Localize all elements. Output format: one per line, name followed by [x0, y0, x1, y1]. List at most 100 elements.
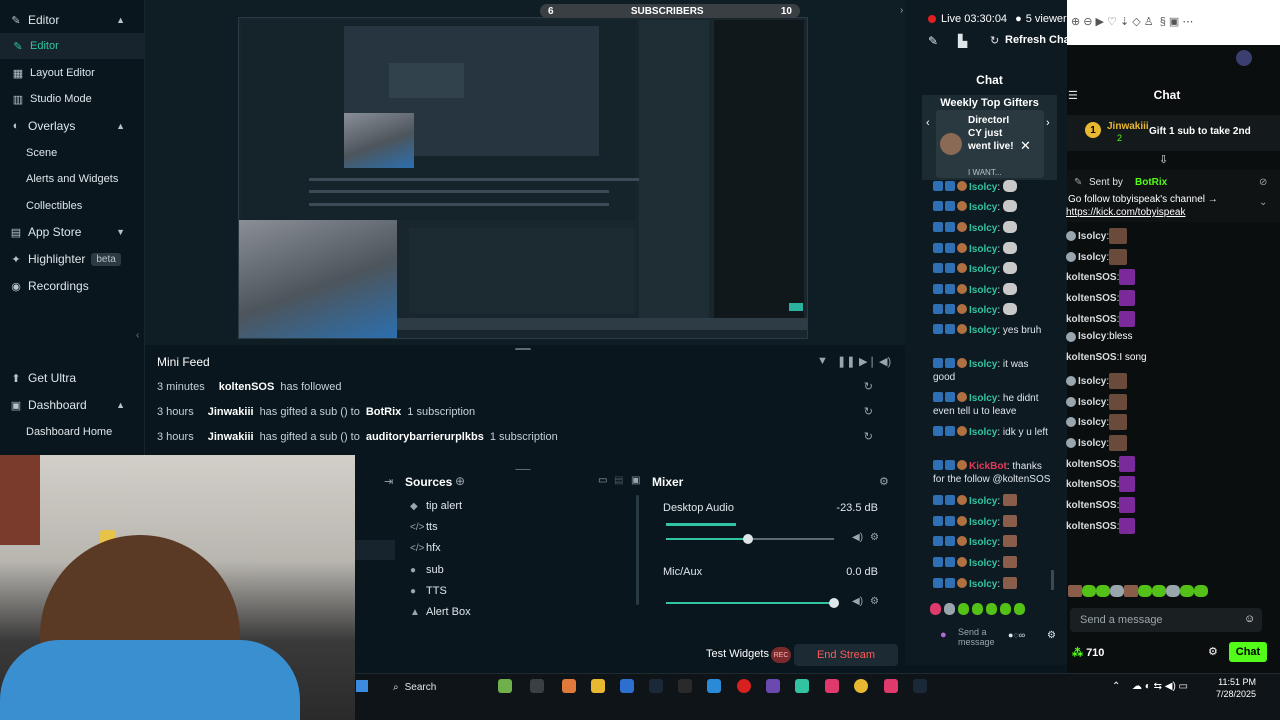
chevron-right-icon[interactable]: › — [900, 5, 903, 16]
epic-icon[interactable] — [678, 679, 692, 693]
taskbar-search[interactable]: ⌕ Search — [393, 678, 541, 696]
kick-username[interactable]: Isolcy — [1078, 397, 1106, 408]
chevron-down-icon[interactable]: ⌄ — [1259, 197, 1267, 208]
scene-selected-row[interactable] — [355, 540, 395, 560]
gear-icon[interactable]: ⚙ — [870, 596, 879, 607]
sidebar-item-scene[interactable]: Scene — [0, 140, 145, 166]
kick-username[interactable]: Isolcy — [1078, 417, 1106, 428]
gear-icon[interactable]: ⚙ — [879, 475, 889, 488]
skip-icon[interactable]: ▶❘ — [859, 355, 877, 368]
kick-username[interactable]: koltenSOS — [1066, 272, 1117, 283]
kick-message-input[interactable]: Send a message — [1070, 608, 1262, 632]
sidebar-item-layout-editor[interactable]: ▦ Layout Editor — [0, 60, 145, 86]
collapse-chevron-icon[interactable]: ‹ — [136, 330, 139, 341]
kick-username[interactable]: koltenSOS — [1066, 293, 1117, 304]
volume-slider-knob[interactable] — [743, 534, 753, 544]
stream-preview[interactable] — [238, 17, 808, 339]
test-widgets-button[interactable]: Test Widgets — [706, 648, 769, 660]
store-icon[interactable] — [620, 679, 634, 693]
collapse-icon[interactable]: ⇥ — [384, 475, 393, 488]
source-item[interactable]: ● TTS — [410, 585, 447, 597]
chrome-icon[interactable] — [854, 679, 868, 693]
chat-username[interactable]: Isolcy — [969, 182, 997, 193]
kick-username[interactable]: Isolcy — [1078, 376, 1106, 387]
replay-icon[interactable]: ↻ — [864, 380, 873, 393]
sidebar-item-recordings[interactable]: ◉ Recordings — [0, 273, 145, 299]
kick-username[interactable]: Isolcy — [1078, 331, 1106, 342]
gear-icon[interactable]: ⚙ — [1047, 630, 1056, 641]
kick-chat-send-button[interactable]: Chat — [1229, 642, 1267, 662]
kick-username[interactable]: koltenSOS — [1066, 459, 1117, 470]
announcement-link[interactable]: https://kick.com/tobyispeak — [1066, 207, 1186, 218]
task-view-icon[interactable] — [530, 679, 544, 693]
source-item[interactable]: </> hfx — [410, 542, 441, 554]
chat-username[interactable]: Isolcy — [969, 285, 997, 296]
chat-username[interactable]: Isolcy — [969, 427, 997, 438]
tray-icons[interactable]: ☁ ◐ ⇆ ◀) ▭ — [1132, 681, 1188, 692]
group-icon[interactable]: ▤ — [614, 475, 623, 486]
record-button[interactable]: REC — [771, 647, 791, 663]
steam-icon[interactable] — [649, 679, 663, 693]
chat-tools-icon[interactable]: ●◌∞ — [1008, 630, 1025, 640]
filter-icon[interactable]: ▼ — [817, 355, 828, 367]
edge-icon[interactable] — [707, 679, 721, 693]
app-icon[interactable] — [825, 679, 839, 693]
nav-group-editor[interactable]: ✎ Editor ▲ — [0, 7, 145, 33]
unpin-icon[interactable]: ⊘ — [1259, 177, 1267, 188]
chevron-right-icon[interactable]: › — [1046, 117, 1050, 129]
nav-group-app-store[interactable]: ▤ App Store ▼ — [0, 219, 145, 245]
app-icon[interactable] — [498, 679, 512, 693]
sidebar-item-studio-mode[interactable]: ▥ Studio Mode — [0, 86, 145, 112]
nav-group-dashboard[interactable]: ▣ Dashboard ▲ — [0, 392, 145, 418]
refresh-chat-button[interactable]: Refresh Chat — [1005, 34, 1075, 47]
chat-username[interactable]: Isolcy — [969, 558, 997, 569]
sent-by-user[interactable]: BotRix — [1135, 177, 1167, 188]
end-stream-button[interactable]: End Stream — [794, 644, 898, 666]
add-source-icon[interactable]: ⊕ — [455, 474, 465, 488]
tray-chevron-icon[interactable]: ⌃ — [1112, 681, 1120, 692]
feed-target[interactable]: auditorybarrierurplkbs — [366, 431, 484, 443]
emote-bar[interactable] — [930, 603, 1026, 616]
replay-icon[interactable]: ↻ — [864, 405, 873, 418]
kick-emote-bar[interactable] — [1068, 585, 1268, 601]
speaker-icon[interactable]: ◀) — [852, 596, 863, 607]
copilot-icon[interactable] — [562, 679, 576, 693]
taskbar-clock[interactable]: 11:51 PM 7/28/2025 — [1206, 676, 1256, 700]
replay-icon[interactable]: ↻ — [864, 430, 873, 443]
edit-icon[interactable]: ✎ — [928, 34, 938, 48]
chat-username[interactable]: Isolcy — [969, 537, 997, 548]
source-item[interactable]: ◆ tip alert — [410, 500, 462, 512]
kick-username[interactable]: Isolcy — [1078, 252, 1106, 263]
speaker-icon[interactable]: ◀) — [852, 532, 863, 543]
channel-points[interactable]: ⁂ 710 — [1072, 646, 1104, 659]
gear-icon[interactable]: ⚙ — [1208, 645, 1218, 658]
kick-username[interactable]: koltenSOS — [1066, 500, 1117, 511]
kick-username[interactable]: koltenSOS — [1066, 352, 1117, 363]
chat-username[interactable]: Isolcy — [969, 325, 997, 336]
chat1-input[interactable]: Send a message — [958, 627, 1003, 647]
kick-username[interactable]: Isolcy — [1078, 438, 1106, 449]
feed-user[interactable]: Jinwakiii — [208, 431, 254, 443]
sidebar-item-highlighter[interactable]: ✦ Highlighter beta — [0, 246, 145, 272]
volume-icon[interactable]: ◀) — [879, 355, 891, 368]
kick-username[interactable]: koltenSOS — [1066, 521, 1117, 532]
app-icon[interactable] — [766, 679, 780, 693]
mic-icon[interactable]: ● — [940, 629, 947, 641]
chat-username[interactable]: Isolcy — [969, 579, 997, 590]
source-item[interactable]: ▲ Alert Box — [410, 606, 471, 618]
kick-username[interactable]: koltenSOS — [1066, 314, 1117, 325]
chat-username[interactable]: Isolcy — [969, 359, 997, 370]
source-item[interactable]: ● sub — [410, 564, 444, 576]
toolbar-icons[interactable]: ⊕ ⊖ ▶ ♡ ⇣ ◇ ♙ § ▣ ⋯ — [1071, 15, 1193, 28]
chat-username[interactable]: Isolcy — [969, 244, 997, 255]
opera-icon[interactable] — [737, 679, 751, 693]
chat-username[interactable]: Isolcy — [969, 517, 997, 528]
dashboard-icon[interactable]: ▙ — [958, 34, 967, 48]
gear-icon[interactable]: ⚙ — [870, 532, 879, 543]
steam-icon[interactable] — [913, 679, 927, 693]
folder-icon[interactable]: ▭ — [598, 475, 607, 486]
volume-slider-knob[interactable] — [829, 598, 839, 608]
feed-user[interactable]: Jinwakiii — [208, 406, 254, 418]
chat-scrollbar[interactable] — [1051, 570, 1054, 590]
chat-username[interactable]: Isolcy — [969, 264, 997, 275]
